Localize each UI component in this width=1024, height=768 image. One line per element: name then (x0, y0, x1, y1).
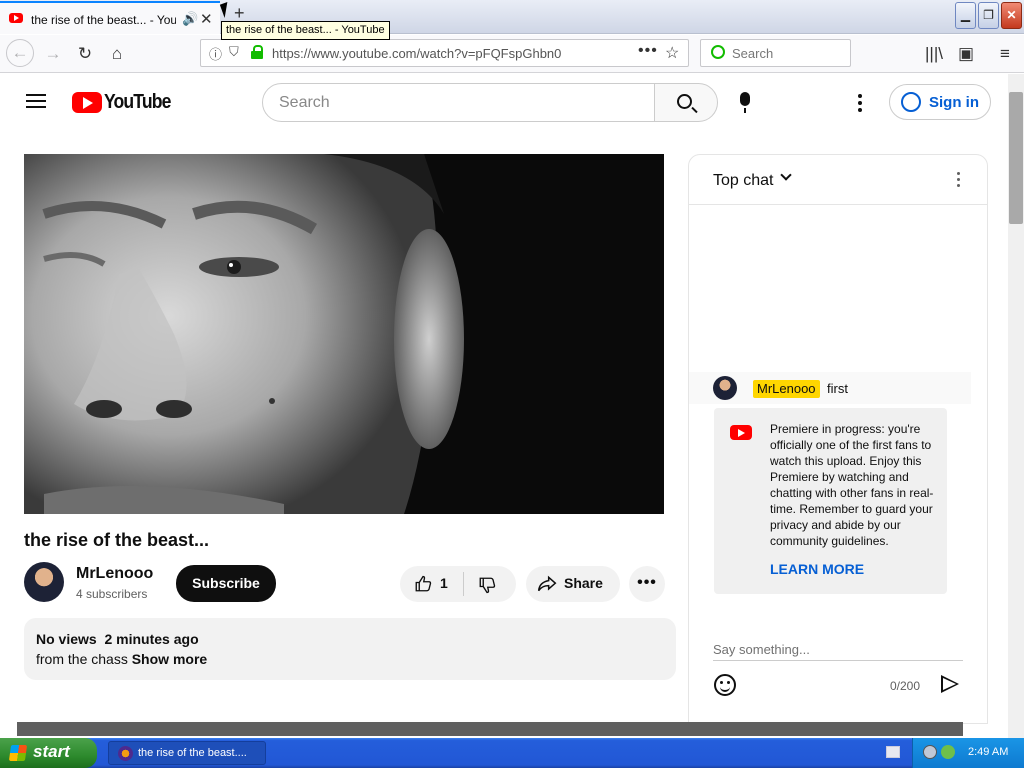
more-actions-button[interactable]: ••• (629, 566, 665, 602)
youtube-logo-icon[interactable] (72, 92, 102, 113)
restore-button[interactable]: ❐ (978, 2, 999, 29)
thumbs-down-icon[interactable] (478, 576, 496, 594)
speaker-icon[interactable]: 🔊 (182, 11, 198, 27)
library-icon[interactable]: |||\ (921, 41, 947, 67)
more-options-icon[interactable] (858, 94, 862, 112)
subscriber-count: 4 subscribers (76, 587, 148, 601)
sign-in-label: Sign in (929, 94, 979, 111)
sign-in-button[interactable]: Sign in (889, 84, 991, 120)
microphone-icon[interactable] (740, 92, 750, 113)
browser-tab[interactable]: the rise of the beast... - YouTube 🔊 ✕ (0, 1, 220, 34)
network-icon[interactable] (923, 745, 937, 759)
channel-name[interactable]: MrLenooo (76, 565, 153, 583)
back-button[interactable]: ← (6, 39, 34, 67)
youtube-search-input[interactable]: Search (262, 83, 655, 122)
tab-strip: the rise of the beast... - YouTube 🔊 ✕ +… (0, 0, 1024, 34)
chat-more-icon[interactable] (957, 172, 960, 190)
browser-search-placeholder: Search (732, 46, 774, 61)
start-button[interactable]: start (0, 738, 97, 768)
learn-more-link[interactable]: LEARN MORE (770, 561, 864, 577)
send-icon[interactable] (941, 675, 959, 693)
premiere-notice-text: Premiere in progress: you're officially … (770, 422, 934, 548)
start-label: start (33, 742, 70, 761)
like-count[interactable]: 1 (440, 575, 448, 591)
video-title: the rise of the beast... (24, 530, 210, 550)
live-chat-panel: Top chat MrLenooo first Premiere in prog… (688, 154, 988, 724)
chevron-down-icon[interactable] (780, 169, 792, 181)
windows-logo-icon (8, 745, 28, 761)
taskbar-item-label: the rise of the beast.... (138, 747, 247, 759)
youtube-favicon-icon (9, 13, 23, 23)
horizontal-scrollbar[interactable] (17, 722, 963, 736)
tab-title: the rise of the beast... - YouTube (31, 13, 176, 27)
share-icon (537, 575, 557, 592)
like-divider (463, 572, 464, 596)
vertical-scrollbar[interactable] (1008, 74, 1024, 738)
keyboard-icon[interactable] (886, 746, 900, 758)
chat-input[interactable]: Say something... (713, 641, 963, 661)
windows-taskbar: start the rise of the beast.... 2:49 AM (0, 738, 1024, 768)
scrollbar-thumb[interactable] (1009, 92, 1023, 224)
menu-icon[interactable]: ≡ (992, 41, 1018, 67)
youtube-header: YouTube Search Sign in (0, 74, 1008, 130)
browser-search-field[interactable]: Search (700, 39, 851, 67)
tab-tooltip: the rise of the beast... - YouTube (221, 21, 390, 40)
chat-input-placeholder: Say something... (713, 642, 810, 657)
minimize-button[interactable]: ▁ (955, 2, 976, 29)
subscribe-button[interactable]: Subscribe (176, 565, 276, 602)
reload-button[interactable]: ↻ (72, 41, 98, 67)
site-info-icon[interactable]: ⓘ (209, 44, 222, 63)
chat-author-name[interactable]: MrLenooo (753, 380, 820, 398)
show-more-link[interactable]: Show more (132, 651, 207, 667)
tab-close-icon[interactable]: ✕ (200, 10, 213, 28)
channel-avatar[interactable] (24, 562, 64, 602)
thumbs-up-icon[interactable] (414, 575, 432, 593)
video-player[interactable] (24, 154, 664, 514)
emoji-icon[interactable] (714, 674, 736, 696)
security-icon[interactable] (941, 745, 955, 759)
chat-message-text: first (827, 381, 848, 396)
url-text[interactable]: https://www.youtube.com/watch?v=pFQFspGh… (272, 46, 561, 61)
description-snippet: from the chass (36, 651, 128, 667)
character-count: 0/200 (890, 679, 921, 693)
clock[interactable]: 2:49 AM (968, 746, 1008, 758)
search-engine-icon (711, 45, 725, 59)
forward-button[interactable]: → (40, 41, 66, 67)
window-close-button[interactable]: ✕ (1001, 2, 1022, 29)
chat-author-avatar[interactable] (713, 376, 737, 400)
home-button[interactable]: ⌂ (104, 41, 130, 67)
top-chat-selector[interactable]: Top chat (713, 172, 773, 190)
taskbar-item-firefox[interactable]: the rise of the beast.... (108, 741, 266, 765)
chat-header: Top chat (689, 155, 987, 205)
share-button[interactable]: Share (526, 566, 620, 602)
youtube-logo-text[interactable]: YouTube (104, 91, 171, 114)
sidebar-icon[interactable]: ▣ (953, 41, 979, 67)
search-icon (677, 94, 692, 109)
description-box[interactable]: No views 2 minutes ago from the chass Sh… (24, 618, 676, 680)
share-label: Share (564, 575, 603, 591)
url-bar[interactable]: ⓘ ⛉ https://www.youtube.com/watch?v=pFQF… (200, 39, 689, 67)
search-placeholder: Search (279, 94, 330, 111)
view-count: No views (36, 631, 97, 647)
firefox-icon (118, 746, 133, 761)
search-button[interactable] (654, 83, 718, 122)
description-text: from the chass Show more (36, 651, 207, 667)
premiere-notice: Premiere in progress: you're officially … (714, 408, 947, 594)
lock-icon[interactable] (251, 45, 263, 59)
video-stats: No views 2 minutes ago (36, 631, 199, 647)
bookmark-star-icon[interactable]: ☆ (665, 43, 679, 63)
like-dislike-group: 1 (400, 566, 516, 602)
system-tray: 2:49 AM (912, 738, 1024, 768)
youtube-logo-icon (730, 425, 752, 440)
page-actions-icon[interactable]: ••• (638, 42, 658, 60)
hamburger-menu-icon[interactable] (26, 94, 46, 108)
navigation-toolbar: ← → ↻ ⌂ ⓘ ⛉ https://www.youtube.com/watc… (0, 35, 1024, 73)
upload-time: 2 minutes ago (104, 631, 199, 647)
chat-message: MrLenooo first (689, 372, 971, 404)
account-icon (901, 92, 921, 112)
video-frame (24, 154, 664, 514)
tracking-protection-icon[interactable]: ⛉ (229, 44, 239, 60)
